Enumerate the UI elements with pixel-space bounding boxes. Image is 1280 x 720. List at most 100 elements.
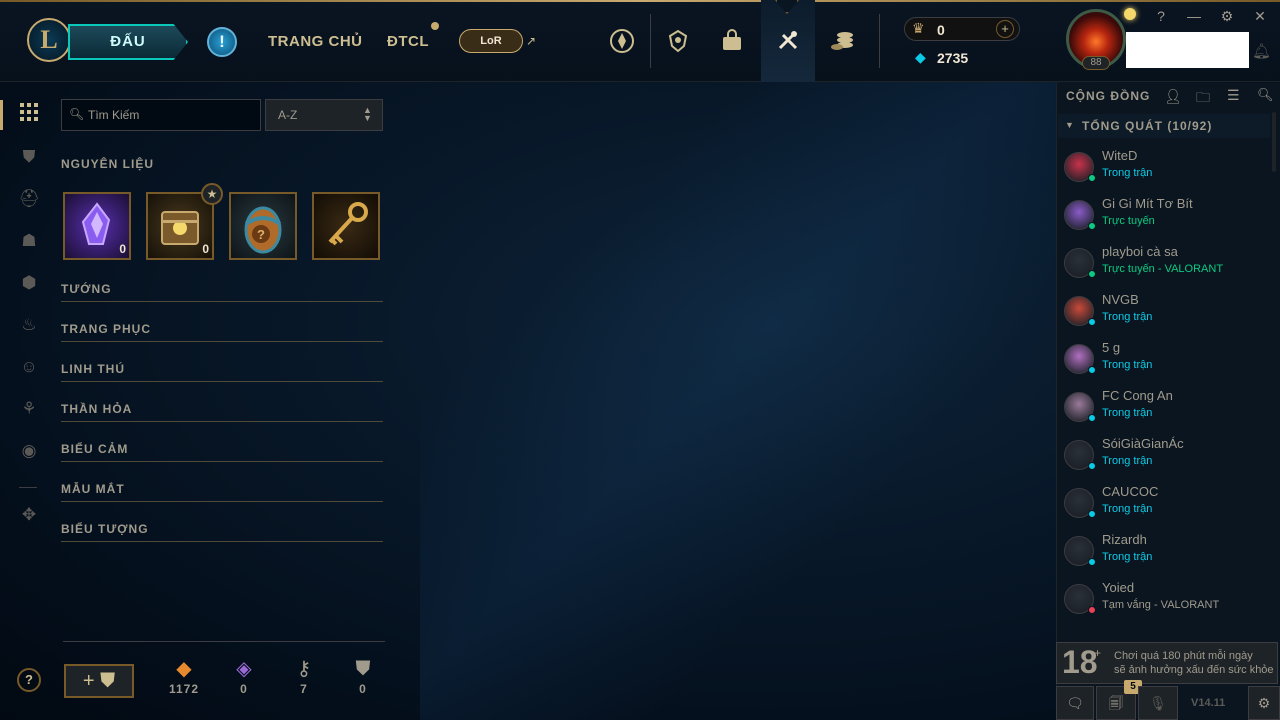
loot-help-icon[interactable]: ? [17, 668, 41, 692]
friend-row[interactable]: 5 g Trong trận [1060, 340, 1270, 386]
tree-icon[interactable]: ⚘ [17, 397, 41, 421]
friend-status: Trong trận [1102, 503, 1153, 515]
minimize-icon[interactable]: — [1186, 8, 1202, 24]
add-folder-icon[interactable]: 🗀︎ [1196, 87, 1210, 111]
flame-icon[interactable]: ♨ [17, 313, 41, 337]
presence-dot [1088, 270, 1096, 278]
add-friend-icon[interactable]: 👤︎ [1164, 88, 1182, 105]
friend-name: FC Cong An [1102, 388, 1173, 403]
section-emotes[interactable]: BIỂU CẢM [61, 442, 128, 456]
friend-name: Rizardh [1102, 532, 1147, 547]
collection-icon[interactable] [773, 24, 803, 58]
chest-count-value: 0 [359, 682, 367, 696]
chat-icon[interactable]: 🗨︎ [1056, 686, 1094, 720]
all-loot-grid-icon[interactable] [17, 103, 41, 127]
chest-category-icon[interactable]: ⛊ [17, 145, 41, 169]
loot-search-input[interactable]: Tìm Kiếm [61, 99, 261, 131]
notification-bell-icon[interactable]: 🔔︎ [1252, 42, 1271, 60]
section-icons[interactable]: BIỂU TƯỢNG [61, 522, 149, 536]
friend-row[interactable]: playboi cà sa Trực tuyến - VALORANT [1060, 244, 1270, 290]
section-skins[interactable]: TRANG PHỤC [61, 322, 151, 336]
ward-icon[interactable]: ⬢ [17, 271, 41, 295]
settings-icon[interactable]: ⚙ [1219, 8, 1235, 25]
item-count: 0 [202, 242, 209, 256]
friend-name: Gi Gi Mít Tơ Bít [1102, 196, 1193, 211]
item-count: 0 [119, 242, 126, 256]
close-icon[interactable]: ✕ [1252, 8, 1268, 25]
section-divider [61, 301, 383, 302]
friend-row[interactable]: NVGB Trong trận [1060, 292, 1270, 338]
warning-line-1: Chơi quá 180 phút mỗi ngày [1114, 650, 1253, 662]
lor-button[interactable]: LoR [459, 29, 523, 53]
presence-dot [1088, 462, 1096, 470]
section-companions[interactable]: LINH THÚ [61, 362, 125, 376]
friend-row[interactable]: Rizardh Trong trận [1060, 532, 1270, 578]
friend-row[interactable]: WiteD Trong trận [1060, 148, 1270, 194]
friend-row[interactable]: Yoied Tạm vắng - VALORANT [1060, 580, 1270, 626]
presence-dot [1088, 606, 1096, 614]
emote-smile-icon[interactable]: ☺ [17, 355, 41, 379]
craft-key-button[interactable]: + ⛊ [64, 664, 134, 698]
friend-status: Trong trận [1102, 311, 1153, 323]
nav-home[interactable]: TRANG CHỦ [268, 33, 363, 50]
presence-dot [1088, 510, 1096, 518]
star-badge-icon: ★ [201, 183, 223, 205]
orange-essence: ◆ 1172 [164, 656, 204, 696]
blue-essence-icon: ◆ [915, 49, 926, 65]
profile-icon-category[interactable]: ◉ [17, 439, 41, 463]
summoner-name-redacted [1126, 32, 1249, 68]
store-icon[interactable] [717, 24, 747, 58]
loot-icon[interactable] [827, 24, 857, 58]
client-window: L ĐẤU ! TRANG CHỦ ĐTCL LoR ↗ ♛ 0 + ◆ 273… [0, 0, 1280, 720]
nav-tft[interactable]: ĐTCL [387, 33, 429, 50]
search-icon: 🔍︎ [69, 107, 85, 121]
list-view-icon[interactable]: ☰ [1227, 87, 1240, 104]
section-champions[interactable]: TƯỚNG [61, 282, 112, 296]
play-button[interactable]: ĐẤU [68, 24, 188, 60]
chests-owned: ⛊ 0 [343, 656, 383, 696]
friend-row[interactable]: Gi Gi Mít Tơ Bít Trực tuyến [1060, 196, 1270, 242]
rail-divider [19, 487, 37, 488]
search-friends-icon[interactable]: 🔍︎ [1257, 87, 1274, 103]
key-fragment-value: 7 [300, 682, 308, 696]
skin-mask-icon[interactable]: ☗ [17, 229, 41, 253]
section-divider [61, 341, 383, 342]
clash-icon[interactable] [607, 24, 637, 58]
bug-report-icon[interactable]: ⚙ [1248, 686, 1280, 720]
nav-separator [650, 14, 651, 68]
league-logo[interactable]: L [27, 18, 71, 62]
friend-name: NVGB [1102, 292, 1139, 307]
footer-divider [63, 641, 385, 642]
friends-scrollbar[interactable] [1272, 112, 1276, 172]
age-rating: 18 [1062, 644, 1098, 680]
hextech-key-icon[interactable] [312, 192, 380, 260]
external-link-icon: ↗ [526, 34, 537, 48]
microphone-icon[interactable]: 🎙︎ [1138, 686, 1178, 720]
arrow-category-icon[interactable]: ✥ [17, 503, 41, 527]
presence-dot [1088, 174, 1096, 182]
help-icon[interactable]: ? [1153, 8, 1169, 24]
friend-status: Trong trận [1102, 455, 1153, 467]
friend-row[interactable]: SóiGiàGianÁc Trong trận [1060, 436, 1270, 482]
social-title: CỘNG ĐỒNG [1066, 89, 1151, 103]
mythic-essence-value: 0 [240, 682, 248, 696]
group-label: TỔNG QUÁT (10/92) [1082, 119, 1213, 133]
plus-sign: + [1094, 646, 1102, 660]
tft-icon[interactable] [663, 24, 693, 58]
riot-points-value: 0 [937, 22, 945, 38]
friend-row[interactable]: CAUCOC Trong trận [1060, 484, 1270, 530]
mystery-egg-icon[interactable]: ? [229, 192, 297, 260]
section-summoner-spells[interactable]: THẦN HỎA [61, 402, 132, 416]
friend-status: Trong trận [1102, 407, 1153, 419]
friend-name: 5 g [1102, 340, 1121, 355]
friend-status: Trong trận [1102, 359, 1153, 371]
friend-status: Trong trận [1102, 167, 1153, 179]
champion-helmet-icon[interactable]: ⛑ [17, 187, 41, 211]
section-ward-skins[interactable]: MẪU MẮT [61, 482, 125, 496]
alert-icon[interactable]: ! [207, 27, 237, 57]
mythic-essence: ◈ 0 [224, 656, 264, 696]
buy-rp-button[interactable]: + [996, 20, 1014, 38]
friend-name: Yoied [1102, 580, 1135, 595]
essence-shard-icon[interactable]: 0 [63, 192, 131, 260]
friend-row[interactable]: FC Cong An Trong trận [1060, 388, 1270, 434]
